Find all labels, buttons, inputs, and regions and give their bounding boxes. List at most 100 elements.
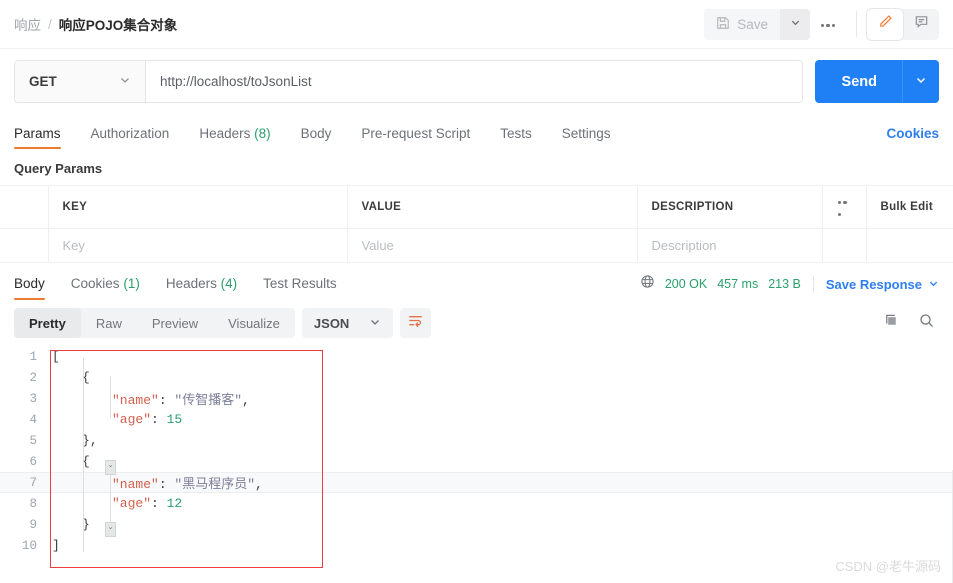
globe-icon[interactable] [640, 274, 655, 294]
view-mode-preview[interactable]: Preview [137, 308, 213, 338]
line-number: 3 [29, 391, 37, 406]
view-mode-pretty[interactable]: Pretty [14, 308, 81, 338]
response-size: 213 B [768, 277, 801, 291]
cookies-link[interactable]: Cookies [886, 126, 939, 149]
breadcrumb-separator: / [48, 16, 52, 32]
line-number: 4 [29, 412, 37, 427]
save-dropdown-button[interactable] [780, 8, 810, 40]
url-input[interactable] [146, 61, 802, 102]
app-header: 响应 / 响应POJO集合对象 Save [0, 0, 953, 49]
wrap-text-button[interactable] [400, 308, 432, 338]
column-header-description: DESCRIPTION [637, 185, 823, 229]
bulk-edit-button[interactable]: Bulk Edit [866, 185, 953, 229]
header-icon-group [867, 8, 939, 40]
tab-settings-label: Settings [561, 126, 611, 141]
view-mode-visualize[interactable]: Visualize [213, 308, 295, 338]
save-response-button[interactable]: Save Response [826, 277, 939, 292]
code-line: 2{ [0, 367, 953, 388]
send-dropdown-button[interactable] [903, 73, 939, 91]
code-token: , [255, 477, 263, 492]
response-tab-headers-label: Headers [165, 276, 217, 291]
request-tabs: Params Authorization Headers (8) Body Pr… [0, 115, 953, 149]
chevron-down-icon [915, 73, 927, 91]
postman-window: 响应 / 响应POJO集合对象 Save GET http://localhos… [0, 0, 953, 583]
code-line: 10] [0, 535, 953, 556]
code-token: : [158, 393, 175, 408]
send-button-group: Send [814, 60, 939, 103]
line-number: 1 [29, 349, 37, 364]
viewer-tools [883, 312, 939, 334]
code-token: "黑马程序员" [174, 477, 256, 492]
line-number: 9 [29, 517, 37, 532]
url-field-wrapper: GET [14, 60, 803, 103]
response-tab-test-results[interactable]: Test Results [263, 276, 337, 300]
row-description-input[interactable]: Description [637, 228, 823, 263]
response-tab-cookies[interactable]: Cookies (1) [71, 276, 140, 300]
fold-marker-close[interactable]: ⌄ [105, 522, 116, 537]
code-token: [ [52, 349, 60, 364]
line-number: 6 [29, 454, 37, 469]
copy-icon[interactable] [883, 312, 900, 334]
response-status: 200 OK [664, 277, 708, 291]
ellipsis-icon [820, 19, 837, 29]
code-line: 8 "age": 12 [0, 493, 953, 514]
response-tab-body[interactable]: Body [14, 276, 45, 300]
send-button[interactable]: Send [815, 74, 902, 90]
wrap-text-icon [407, 312, 424, 334]
format-selector[interactable]: JSON [301, 308, 394, 338]
tab-body[interactable]: Body [301, 126, 332, 149]
more-actions-button[interactable] [810, 9, 846, 40]
code-token: "age" [112, 412, 152, 427]
fold-marker-open[interactable]: ⌄ [105, 460, 116, 475]
tab-headers[interactable]: Headers (8) [199, 126, 270, 149]
watermark: CSDN @老牛源码 [835, 559, 941, 574]
save-button-group: Save [704, 8, 810, 40]
tab-settings[interactable]: Settings [562, 126, 611, 149]
chevron-down-icon [928, 277, 939, 292]
table-more-button[interactable] [822, 185, 867, 229]
comment-icon [914, 14, 929, 34]
response-tab-cookies-count: (1) [123, 276, 140, 291]
response-body-viewer[interactable]: 1[2{3 "name": "传智播客", 4 "age": 15 5}, 6{7 "nam… [0, 346, 953, 562]
select-all-cell [0, 185, 49, 229]
comments-button[interactable] [903, 9, 939, 40]
code-token: "传智播客" [174, 393, 243, 408]
code-text: "age": 15 [46, 412, 182, 427]
tab-authorization-label: Authorization [90, 126, 170, 141]
code-token: : [151, 496, 167, 511]
tab-tests-label: Tests [500, 126, 532, 141]
pencil-icon [878, 14, 893, 34]
tab-authorization[interactable]: Authorization [91, 126, 170, 149]
method-selector[interactable]: GET [15, 61, 146, 102]
chevron-down-icon [369, 316, 381, 331]
row-key-input[interactable]: Key [48, 228, 348, 263]
code-line: 9} [0, 514, 953, 535]
search-icon[interactable] [918, 312, 935, 334]
row-trailing-cell [866, 228, 953, 263]
code-token: , [242, 393, 250, 408]
breadcrumb-parent[interactable]: 响应 [14, 14, 41, 34]
code-line: 3 "name": "传智播客", [0, 388, 953, 409]
response-tab-headers[interactable]: Headers (4) [166, 276, 237, 300]
edit-button[interactable] [867, 8, 903, 40]
tab-pre-request-script[interactable]: Pre-request Script [361, 126, 470, 149]
view-mode-raw[interactable]: Raw [81, 308, 137, 338]
code-token: 12 [166, 496, 183, 511]
meta-divider [812, 275, 814, 293]
line-number: 10 [21, 538, 37, 553]
tab-tests[interactable]: Tests [500, 126, 532, 149]
save-button-label: Save [737, 16, 768, 32]
code-line: 6{ [0, 451, 953, 472]
save-button[interactable]: Save [704, 8, 780, 40]
code-token: 15 [166, 412, 183, 427]
row-checkbox-cell[interactable] [0, 228, 49, 263]
response-tab-test-results-label: Test Results [263, 276, 337, 291]
fold-guide-outer [83, 358, 84, 552]
row-value-input[interactable]: Value [347, 228, 638, 263]
view-mode-switcher: Pretty Raw Preview Visualize [14, 308, 295, 338]
tab-params[interactable]: Params [14, 126, 61, 149]
ellipsis-icon [837, 195, 848, 219]
code-line: 7 "name": "黑马程序员", [0, 472, 953, 493]
tab-pre-request-script-label: Pre-request Script [361, 126, 471, 141]
method-label: GET [29, 74, 57, 89]
